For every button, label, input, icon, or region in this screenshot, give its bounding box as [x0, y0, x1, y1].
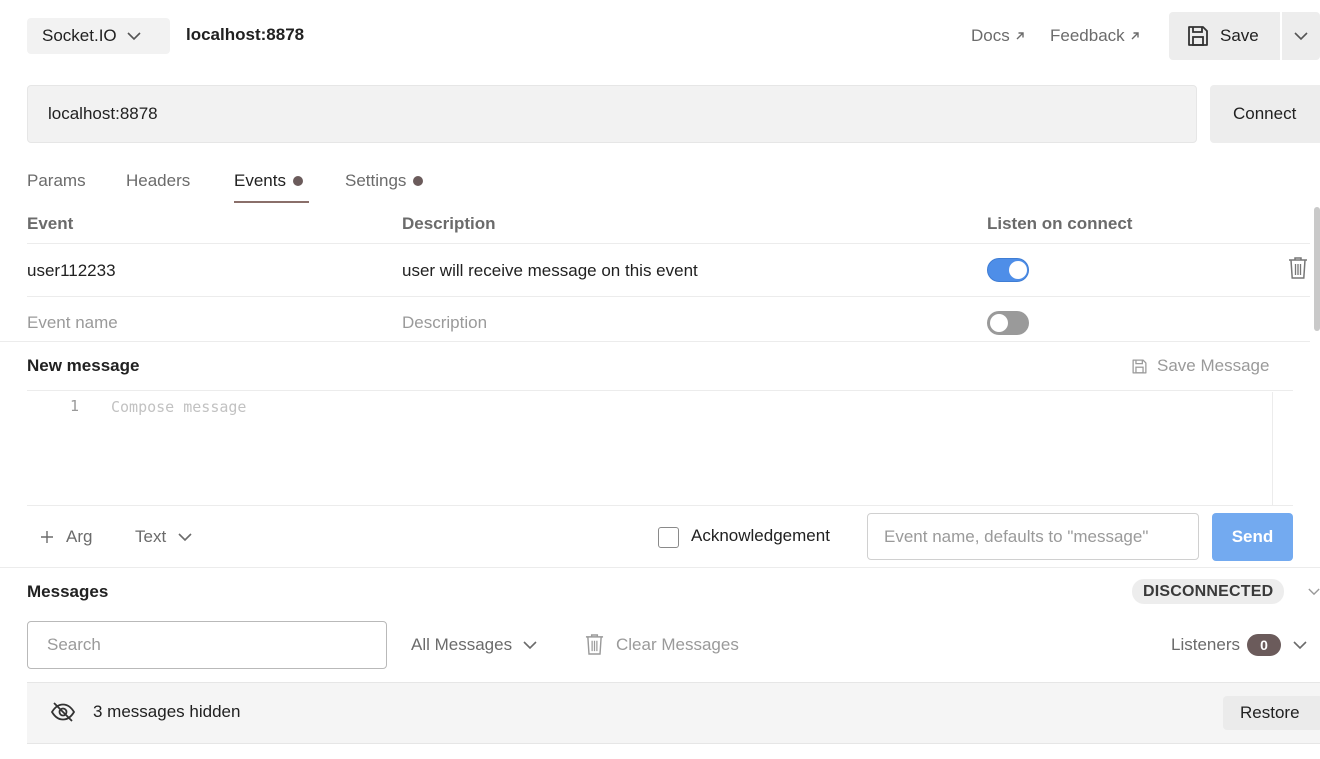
- restore-button[interactable]: Restore: [1223, 696, 1320, 730]
- connection-status-badge: DISCONNECTED: [1132, 579, 1285, 604]
- new-event-name-input[interactable]: Event name: [27, 313, 118, 333]
- listeners-label: Listeners: [1171, 635, 1240, 654]
- plus-icon: [40, 530, 54, 544]
- events-scrollbar[interactable]: [1314, 207, 1320, 331]
- acknowledgement-label: Acknowledgement: [691, 526, 830, 545]
- docs-link[interactable]: Docs: [971, 26, 1025, 46]
- chevron-down-icon: [523, 640, 537, 650]
- floppy-disk-icon: [1131, 358, 1148, 375]
- tab-settings[interactable]: Settings: [345, 170, 424, 192]
- url-input[interactable]: localhost:8878: [27, 85, 1197, 143]
- eye-off-icon: [50, 701, 76, 723]
- column-header-listen: Listen on connect: [987, 214, 1133, 233]
- new-message-title: New message: [27, 356, 140, 375]
- chevron-down-icon: [1294, 31, 1308, 41]
- add-arg-button[interactable]: Arg: [40, 527, 92, 547]
- tab-label: Events: [234, 171, 286, 190]
- editor-placeholder: Compose message: [111, 398, 247, 416]
- line-number: 1: [70, 397, 80, 415]
- event-description-cell[interactable]: user will receive message on this event: [402, 261, 698, 281]
- trash-icon: [585, 633, 604, 656]
- chevron-down-icon: [127, 31, 141, 41]
- divider: [0, 341, 1310, 342]
- column-header-event: Event: [27, 214, 74, 233]
- send-button[interactable]: Send: [1212, 513, 1293, 561]
- chevron-down-icon: [1293, 640, 1307, 650]
- divider: [0, 567, 1320, 568]
- toggle-knob: [1009, 261, 1027, 279]
- connect-button[interactable]: Connect: [1210, 85, 1320, 143]
- floppy-disk-icon: [1186, 24, 1210, 48]
- save-options-button[interactable]: [1282, 12, 1320, 60]
- listen-on-connect-toggle[interactable]: [987, 258, 1029, 282]
- feedback-link[interactable]: Feedback: [1050, 26, 1140, 46]
- new-listen-toggle[interactable]: [987, 311, 1029, 335]
- save-label: Save: [1220, 26, 1259, 45]
- clear-messages-label: Clear Messages: [616, 634, 739, 654]
- send-label: Send: [1231, 527, 1274, 546]
- tab-label: Params: [27, 171, 86, 190]
- search-placeholder: Search: [47, 635, 101, 654]
- column-header-description: Description: [402, 214, 496, 233]
- messages-search-input[interactable]: Search: [27, 621, 387, 669]
- message-filter-select[interactable]: All Messages: [411, 635, 537, 655]
- new-event-description-input[interactable]: Description: [402, 313, 487, 333]
- active-tab-indicator: [234, 201, 309, 203]
- tab-events[interactable]: Events: [234, 170, 303, 192]
- protocol-label: Socket.IO: [42, 26, 117, 45]
- editor-scroll-track: [1272, 392, 1273, 505]
- divider: [27, 296, 1310, 297]
- external-arrow-icon: [1130, 31, 1140, 41]
- external-arrow-icon: [1015, 31, 1025, 41]
- filter-label: All Messages: [411, 635, 513, 654]
- toggle-knob: [990, 314, 1008, 332]
- modified-dot: [413, 176, 424, 186]
- protocol-select[interactable]: Socket.IO: [27, 18, 170, 54]
- url-value: localhost:8878: [48, 104, 158, 123]
- event-name-input[interactable]: Event name, defaults to "message": [867, 513, 1199, 560]
- messages-title: Messages: [27, 582, 109, 601]
- docs-label: Docs: [971, 26, 1010, 45]
- tab-label: Settings: [345, 171, 407, 190]
- divider: [27, 243, 1310, 244]
- hidden-messages-text: 3 messages hidden: [93, 702, 241, 721]
- tab-headers[interactable]: Headers: [126, 170, 190, 192]
- request-title: localhost:8878: [186, 25, 305, 44]
- connect-label: Connect: [1233, 104, 1297, 123]
- clear-messages-button[interactable]: Clear Messages: [585, 633, 739, 656]
- listeners-toggle[interactable]: Listeners 0: [1171, 634, 1307, 656]
- save-message-label: Save Message: [1157, 356, 1270, 375]
- chevron-down-icon[interactable]: [1308, 588, 1320, 596]
- modified-dot: [292, 176, 303, 186]
- trash-icon[interactable]: [1288, 256, 1308, 280]
- type-label: Text: [135, 527, 167, 546]
- acknowledgement-checkbox[interactable]: [658, 527, 679, 548]
- restore-label: Restore: [1240, 703, 1300, 722]
- message-type-select[interactable]: Text: [135, 527, 192, 547]
- tab-label: Headers: [126, 171, 191, 190]
- listeners-count-badge: 0: [1246, 634, 1281, 656]
- feedback-label: Feedback: [1050, 26, 1125, 45]
- chevron-down-icon: [178, 532, 192, 542]
- arg-label: Arg: [66, 527, 93, 546]
- event-name-placeholder: Event name, defaults to "message": [884, 526, 1149, 546]
- event-name-cell[interactable]: user112233: [27, 261, 116, 281]
- save-message-button[interactable]: Save Message: [1131, 356, 1269, 376]
- save-button[interactable]: Save: [1169, 12, 1280, 60]
- tab-params[interactable]: Params: [27, 170, 86, 192]
